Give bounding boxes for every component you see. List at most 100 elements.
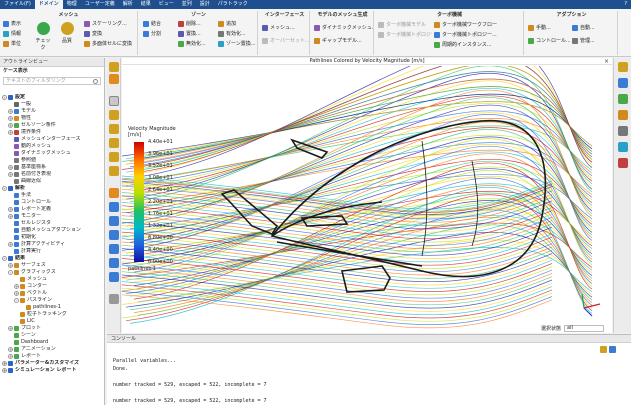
tree-item[interactable]: 一般 <box>0 101 104 108</box>
tree-item[interactable]: + モニター <box>0 213 104 220</box>
tree-item[interactable]: 計算実行 <box>0 248 104 255</box>
expand-icon[interactable]: + <box>8 207 13 212</box>
view-y-icon[interactable] <box>109 216 119 226</box>
copy-icon[interactable] <box>600 346 607 353</box>
tree-item[interactable]: メッシュインターフェース <box>0 136 104 143</box>
turbo-topology-button[interactable]: ターボ機械トポロジー <box>378 31 432 39</box>
activate-zone-button[interactable]: 無効化... <box>178 40 216 48</box>
tree-item[interactable]: + セルゾーン条件 <box>0 122 104 129</box>
expand-icon[interactable]: + <box>8 165 13 170</box>
collapse-icon[interactable]: - <box>8 270 13 275</box>
tree-item[interactable]: + 物性 <box>0 115 104 122</box>
convert-polyhedra-button[interactable]: 多面体セルに変換 <box>84 40 138 48</box>
expand-icon[interactable]: + <box>8 116 13 121</box>
tree-item[interactable]: - 結果 <box>0 255 104 262</box>
expand-icon[interactable]: + <box>8 242 13 247</box>
check-button[interactable]: チェック <box>34 19 52 51</box>
expand-icon[interactable]: + <box>8 109 13 114</box>
help-button[interactable]: ? <box>620 0 631 9</box>
camera-icon[interactable] <box>618 142 628 152</box>
tree-item[interactable]: 自動メッシュアダプション <box>0 227 104 234</box>
tree-item[interactable]: pathlines-1 <box>0 304 104 311</box>
probe-icon[interactable] <box>109 152 119 162</box>
annotate-icon[interactable] <box>618 126 628 136</box>
info-button[interactable]: 情報 <box>3 30 21 38</box>
expand-icon[interactable]: + <box>8 263 13 268</box>
save-picture-icon[interactable] <box>109 294 119 304</box>
tree-item[interactable]: + 境界条件 <box>0 129 104 136</box>
tree-filter-input[interactable]: テキストのフィルタリング <box>3 77 101 85</box>
tree-item[interactable]: 初期化 <box>0 234 104 241</box>
expand-icon[interactable]: + <box>2 368 7 373</box>
tree-item[interactable]: + レポート <box>0 353 104 360</box>
expand-icon[interactable]: + <box>14 291 19 296</box>
fit-view-icon[interactable] <box>109 62 119 72</box>
clear-icon[interactable] <box>609 346 616 353</box>
quality-button[interactable]: 品質 <box>58 19 76 49</box>
tree-item[interactable]: 曲線近似 <box>0 178 104 185</box>
collapse-icon[interactable]: - <box>2 95 7 100</box>
turbo-workflow-button[interactable]: ターボ機械ワークフロー <box>434 21 522 29</box>
expand-icon[interactable]: + <box>8 130 13 135</box>
periodic-instances-button[interactable]: 周期的インスタンス... <box>434 41 522 49</box>
adapt-control-button[interactable]: コントロール... <box>528 37 570 45</box>
tree-item[interactable]: + レポート定義 <box>0 206 104 213</box>
menu-tab-view[interactable]: ビュー <box>155 0 178 9</box>
tree-item[interactable]: 参照値 <box>0 157 104 164</box>
separate-button[interactable]: 分割 <box>143 30 161 38</box>
expand-icon[interactable]: + <box>14 284 19 289</box>
expand-icon[interactable]: + <box>8 347 13 352</box>
tree-item[interactable]: Dashboard <box>0 339 104 346</box>
adapt-auto-button[interactable]: 自動... <box>572 24 616 32</box>
select-pointer-icon[interactable] <box>109 96 119 106</box>
expand-icon[interactable]: + <box>8 172 13 177</box>
menu-tab-results[interactable]: 結果 <box>137 0 155 9</box>
view-previous-icon[interactable] <box>109 258 119 268</box>
collapse-icon[interactable]: - <box>2 256 7 261</box>
display-tool-icon[interactable] <box>618 78 628 88</box>
rotate-icon[interactable] <box>109 74 119 84</box>
tree-item[interactable]: セルレジスタ <box>0 220 104 227</box>
console-tab[interactable]: コンソール <box>107 335 631 343</box>
tree-item[interactable]: - 解析 <box>0 185 104 192</box>
pan-icon[interactable] <box>109 110 119 120</box>
scaling-button[interactable]: スケーリング... <box>84 20 136 28</box>
turbo-model-button[interactable]: ターボ機械モデル <box>378 21 432 29</box>
menu-tab-solution[interactable]: 解析 <box>119 0 137 9</box>
expand-icon[interactable]: + <box>2 361 7 366</box>
view-selection-dropdown[interactable]: all <box>564 325 604 332</box>
menu-tab-physics[interactable]: 物理 <box>63 0 81 9</box>
collapse-icon[interactable]: - <box>14 298 19 303</box>
overset-button[interactable]: オーバーセット... <box>262 37 309 45</box>
menu-tab-domain[interactable]: ドメイン <box>34 0 63 9</box>
replace-mesh-button[interactable]: 置換... <box>178 30 216 38</box>
lighting-icon[interactable] <box>618 94 628 104</box>
tree-item[interactable]: ダイナミックメッシュ <box>0 150 104 157</box>
tree-item[interactable]: + アニメーション <box>0 346 104 353</box>
expand-icon[interactable]: + <box>8 123 13 128</box>
view-iso-icon[interactable] <box>109 244 119 254</box>
tree-item[interactable]: + 計算アクティビティ <box>0 241 104 248</box>
close-icon[interactable]: × <box>604 58 609 65</box>
expand-icon[interactable]: + <box>8 354 13 359</box>
graphics-viewport[interactable]: Pathlines Colored by Velocity Magnitude … <box>122 58 612 333</box>
fit-icon[interactable] <box>109 188 119 198</box>
menu-tab-paratrack[interactable]: パラトラック <box>214 0 252 9</box>
colormap-icon[interactable] <box>618 110 628 120</box>
delete-zone-button[interactable]: 削除... <box>178 20 216 28</box>
mesh-interface-button[interactable]: メッシュ... <box>262 24 309 32</box>
tree-item[interactable]: シーン <box>0 332 104 339</box>
zoom-box-icon[interactable] <box>109 138 119 148</box>
units-button[interactable]: 単位 <box>3 40 21 48</box>
combine-button[interactable]: 結合 <box>143 20 161 28</box>
view-next-icon[interactable] <box>109 272 119 282</box>
gap-model-button[interactable]: ギャップモデル... <box>314 37 373 45</box>
tree-item[interactable]: - グラフィックス <box>0 269 104 276</box>
deactivate-zone-button[interactable]: 有効化... <box>218 30 258 38</box>
expand-icon[interactable]: + <box>8 214 13 219</box>
menu-tab-design[interactable]: 設計 <box>196 0 214 9</box>
display-button[interactable]: 表示 <box>3 20 21 28</box>
tree-item[interactable]: 手法 <box>0 192 104 199</box>
tree-item[interactable]: + シミュレーション レポート <box>0 367 104 374</box>
tree-item[interactable]: + 基準座標系 <box>0 164 104 171</box>
